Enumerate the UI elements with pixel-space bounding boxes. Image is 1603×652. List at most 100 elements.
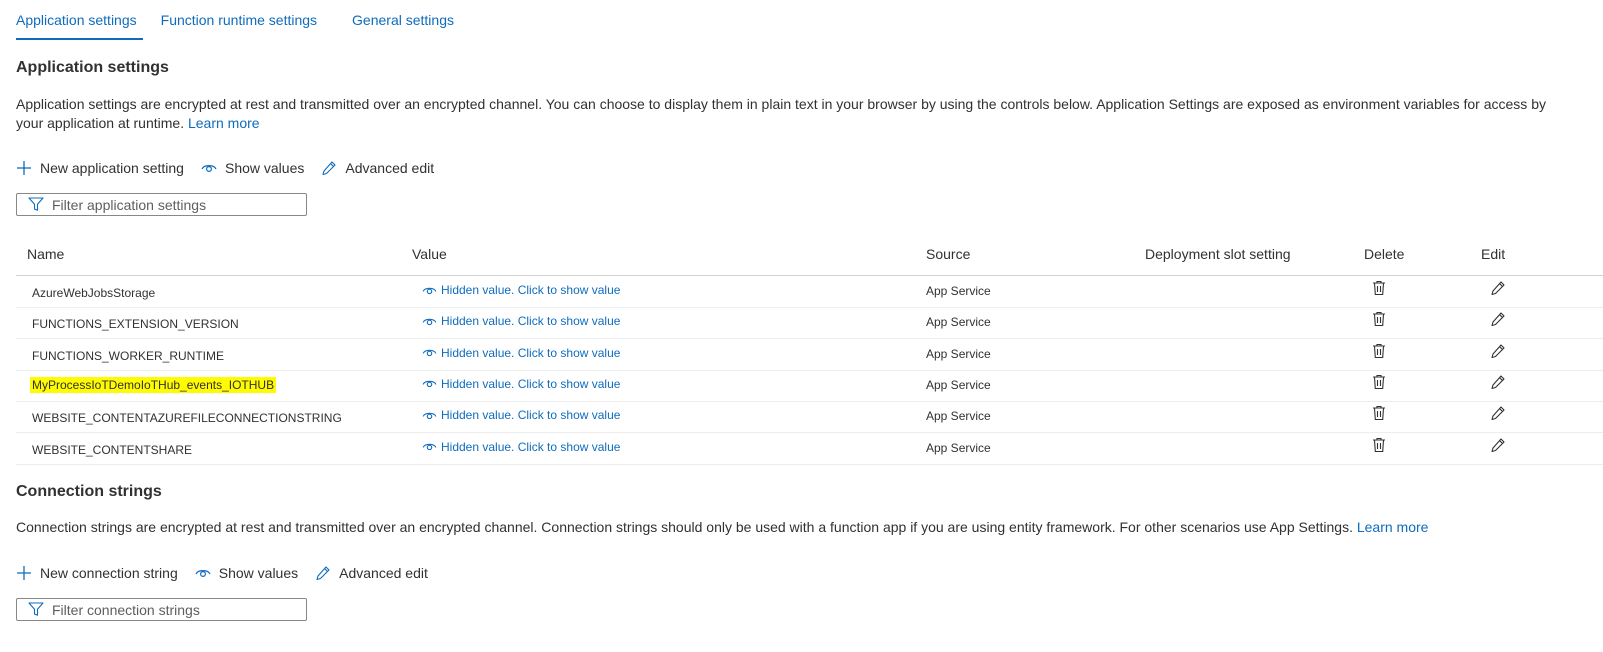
eye-icon [422,443,437,451]
hidden-value-text: Hidden value. Click to show value [441,345,621,360]
connection-strings-description: Connection strings are encrypted at rest… [16,518,1576,537]
plus-icon [17,161,31,175]
eye-icon [201,165,217,173]
setting-source: App Service [926,377,991,392]
delete-icon [1373,406,1385,421]
table-row[interactable]: FUNCTIONS_EXTENSION_VERSION Hidden value.… [16,307,1603,340]
filter-connection-strings-input[interactable] [52,601,292,618]
hidden-value-link[interactable]: Hidden value. Click to show value [422,440,620,454]
table-row[interactable]: AzureWebJobsStorage Hidden value. Click t… [16,276,1603,308]
delete-icon [1373,437,1385,452]
column-header-name[interactable]: Name [27,246,64,262]
tab-general-settings[interactable]: General settings [352,0,454,41]
edit-icon [1491,312,1505,327]
table-row[interactable]: WEBSITE_CONTENTSHARE Hidden value. Click … [16,433,1603,465]
advanced-edit-button[interactable]: Advanced edit [321,160,434,176]
delete-button[interactable] [1372,437,1386,456]
hidden-value-link[interactable]: Hidden value. Click to show value [422,283,620,297]
eye-icon [422,349,437,357]
tab-application-settings[interactable]: Application settings [16,0,143,41]
delete-button[interactable] [1372,343,1386,362]
edit-button[interactable] [1490,311,1506,330]
eye-icon [422,412,437,419]
setting-name[interactable]: FUNCTIONS_EXTENSION_VERSION [32,317,239,331]
settings-grid-header: Name Value Source Deployment slot settin… [16,244,1603,276]
hidden-value-text: Hidden value. Click to show value [441,408,621,423]
column-header-source[interactable]: Source [926,246,970,262]
setting-source: App Service [926,284,991,298]
column-header-deployment-slot-setting[interactable]: Deployment slot setting [1145,246,1291,262]
hidden-value-text: Hidden value. Click to show value [441,376,621,391]
advanced-edit-label: Advanced edit [345,160,435,176]
column-header-value[interactable]: Value [412,246,447,262]
setting-source: App Service [926,440,991,455]
setting-name[interactable]: AzureWebJobsStorage [32,286,155,300]
app-settings-toolbar: New application setting Show values Adva… [16,160,451,176]
app-settings-heading: Application settings [16,59,169,76]
delete-icon [1373,312,1385,327]
delete-icon [1373,374,1385,389]
new-application-setting-button[interactable]: New application setting [16,160,184,176]
table-row[interactable]: FUNCTIONS_WORKER_RUNTIME Hidden value. Cl… [16,339,1603,371]
filter-application-settings [16,193,307,216]
delete-icon [1373,280,1385,296]
connection-advanced-edit-button[interactable]: Advanced edit [315,565,428,581]
edit-button[interactable] [1490,374,1506,393]
eye-icon [422,318,437,325]
setting-name[interactable]: WEBSITE_CONTENTAZUREFILECONNECTIONSTRING [32,411,342,425]
setting-source: App Service [926,315,991,330]
edit-button[interactable] [1490,405,1506,424]
edit-button[interactable] [1490,280,1506,299]
column-header-delete: Delete [1364,246,1405,262]
setting-name[interactable]: MyProcessIoTDemoIoTHub_events_IOTHUB [30,376,277,393]
delete-button[interactable] [1372,311,1386,330]
setting-source: App Service [926,409,991,424]
eye-icon [422,381,437,388]
connection-strings-heading: Connection strings [16,483,162,500]
delete-icon [1373,343,1385,358]
connection-advanced-edit-label: Advanced edit [339,565,428,581]
filter-icon [28,602,44,616]
setting-name[interactable]: WEBSITE_CONTENTSHARE [32,443,192,457]
connection-strings-learn-more-link[interactable]: Learn more [1357,519,1429,535]
show-connection-values-label: Show values [218,565,299,581]
show-values-label: Show values [224,160,305,176]
hidden-value-text: Hidden value. Click to show value [441,283,621,297]
filter-icon [28,197,44,211]
filter-application-settings-input[interactable] [52,196,292,213]
edit-icon [1491,281,1505,296]
eye-icon [195,570,211,578]
hidden-value-text: Hidden value. Click to show value [441,439,621,454]
delete-button[interactable] [1372,280,1386,299]
new-application-setting-label: New application setting [40,160,184,176]
column-header-edit: Edit [1481,246,1506,262]
new-connection-string-label: New connection string [40,565,178,581]
new-connection-string-button[interactable]: New connection string [16,565,178,581]
hidden-value-link[interactable]: Hidden value. Click to show value [422,314,620,328]
delete-button[interactable] [1372,405,1386,424]
pencil-icon [322,161,336,176]
edit-icon [1491,344,1505,358]
eye-icon [422,287,437,294]
connection-strings-description-text: Connection strings are encrypted at rest… [16,519,1353,535]
show-values-button[interactable]: Show values [201,160,304,176]
edit-icon [1491,406,1505,421]
table-row[interactable]: MyProcessIoTDemoIoTHub_events_IOTHUB Hidd… [16,370,1603,402]
edit-button[interactable] [1490,343,1506,362]
show-connection-values-button[interactable]: Show values [195,565,298,581]
filter-connection-strings [16,598,307,621]
setting-name[interactable]: FUNCTIONS_WORKER_RUNTIME [32,349,224,363]
delete-button[interactable] [1372,374,1386,393]
hidden-value-link[interactable]: Hidden value. Click to show value [422,377,620,391]
hidden-value-link[interactable]: Hidden value. Click to show value [422,346,620,360]
edit-icon [1491,437,1505,452]
app-settings-description: Application settings are encrypted at re… [16,95,1576,133]
app-settings-learn-more-link[interactable]: Learn more [188,115,260,131]
connection-strings-toolbar: New connection string Show values Advanc… [16,565,445,581]
hidden-value-link[interactable]: Hidden value. Click to show value [422,408,620,422]
edit-button[interactable] [1490,437,1506,456]
table-row[interactable]: WEBSITE_CONTENTAZUREFILECONNECTIONSTRING… [16,401,1603,434]
pencil-icon [316,566,330,581]
tab-function-runtime-settings[interactable]: Function runtime settings [161,0,317,41]
hidden-value-text: Hidden value. Click to show value [441,314,621,329]
